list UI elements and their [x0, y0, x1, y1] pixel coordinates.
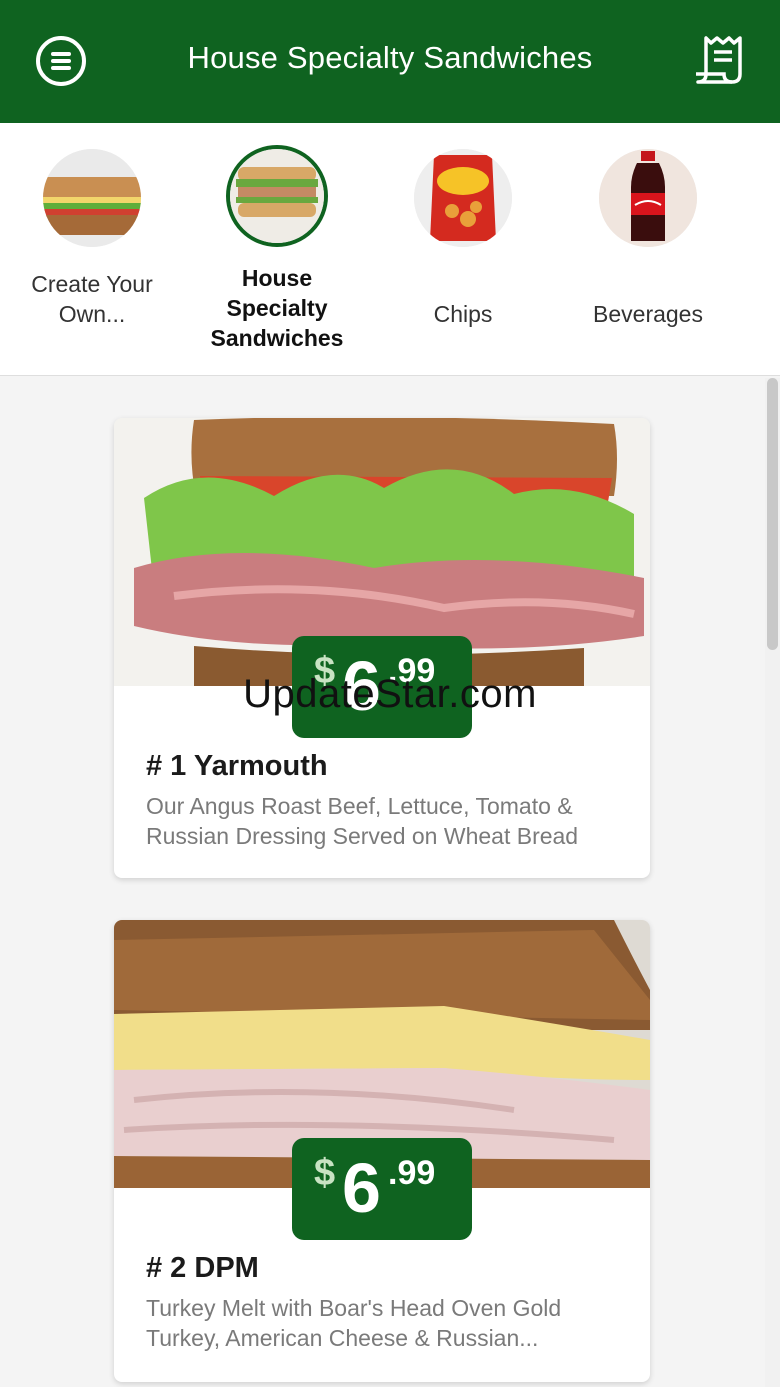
price-badge: $ 6 .99 [292, 636, 472, 738]
price-cents: .99 [388, 652, 436, 690]
chips-thumbnail [414, 149, 512, 247]
category-house-specialty[interactable]: House Specialty Sandwiches [184, 145, 370, 353]
price-dollar-sign: $ [314, 650, 336, 692]
menu-item-card[interactable]: $ 6 .99 # 2 DPM Turkey Melt with Boar's … [114, 920, 650, 1382]
category-beverages[interactable]: Beverages [555, 145, 741, 329]
category-label: Beverages [593, 301, 703, 327]
app-header: House Specialty Sandwiches [0, 0, 780, 123]
category-label: House Specialty Sandwiches [210, 265, 344, 351]
page-title: House Specialty Sandwiches [187, 40, 593, 75]
scrollbar-thumb[interactable] [767, 378, 778, 650]
category-label: Create Your Own... [31, 271, 153, 327]
create-your-own-thumbnail [43, 149, 141, 247]
category-bar: Create Your Own... House Specialty Sandw… [0, 123, 780, 376]
category-chips[interactable]: Chips [370, 145, 556, 329]
scrollbar[interactable] [765, 378, 780, 1387]
house-specialty-thumbnail [226, 145, 328, 247]
price-whole: 6 [342, 1149, 381, 1227]
item-description: Turkey Melt with Boar's Head Oven Gold T… [146, 1295, 562, 1351]
price-badge: $ 6 .99 [292, 1138, 472, 1240]
price-dollar-sign: $ [314, 1152, 336, 1194]
hamburger-menu-icon[interactable] [36, 36, 86, 86]
price-cents: .99 [388, 1154, 436, 1192]
menu-item-card[interactable]: $ 6 .99 # 1 Yarmouth Our Angus Roast Bee… [114, 418, 650, 878]
receipt-icon[interactable] [694, 32, 748, 88]
price-whole: 6 [342, 647, 381, 725]
item-title: # 2 DPM [146, 1252, 259, 1284]
item-description: Our Angus Roast Beef, Lettuce, Tomato & … [146, 793, 579, 849]
beverages-thumbnail [599, 149, 697, 247]
category-create-your-own[interactable]: Create Your Own... [0, 145, 185, 329]
category-label: Chips [433, 301, 493, 327]
item-title: # 1 Yarmouth [146, 750, 328, 782]
